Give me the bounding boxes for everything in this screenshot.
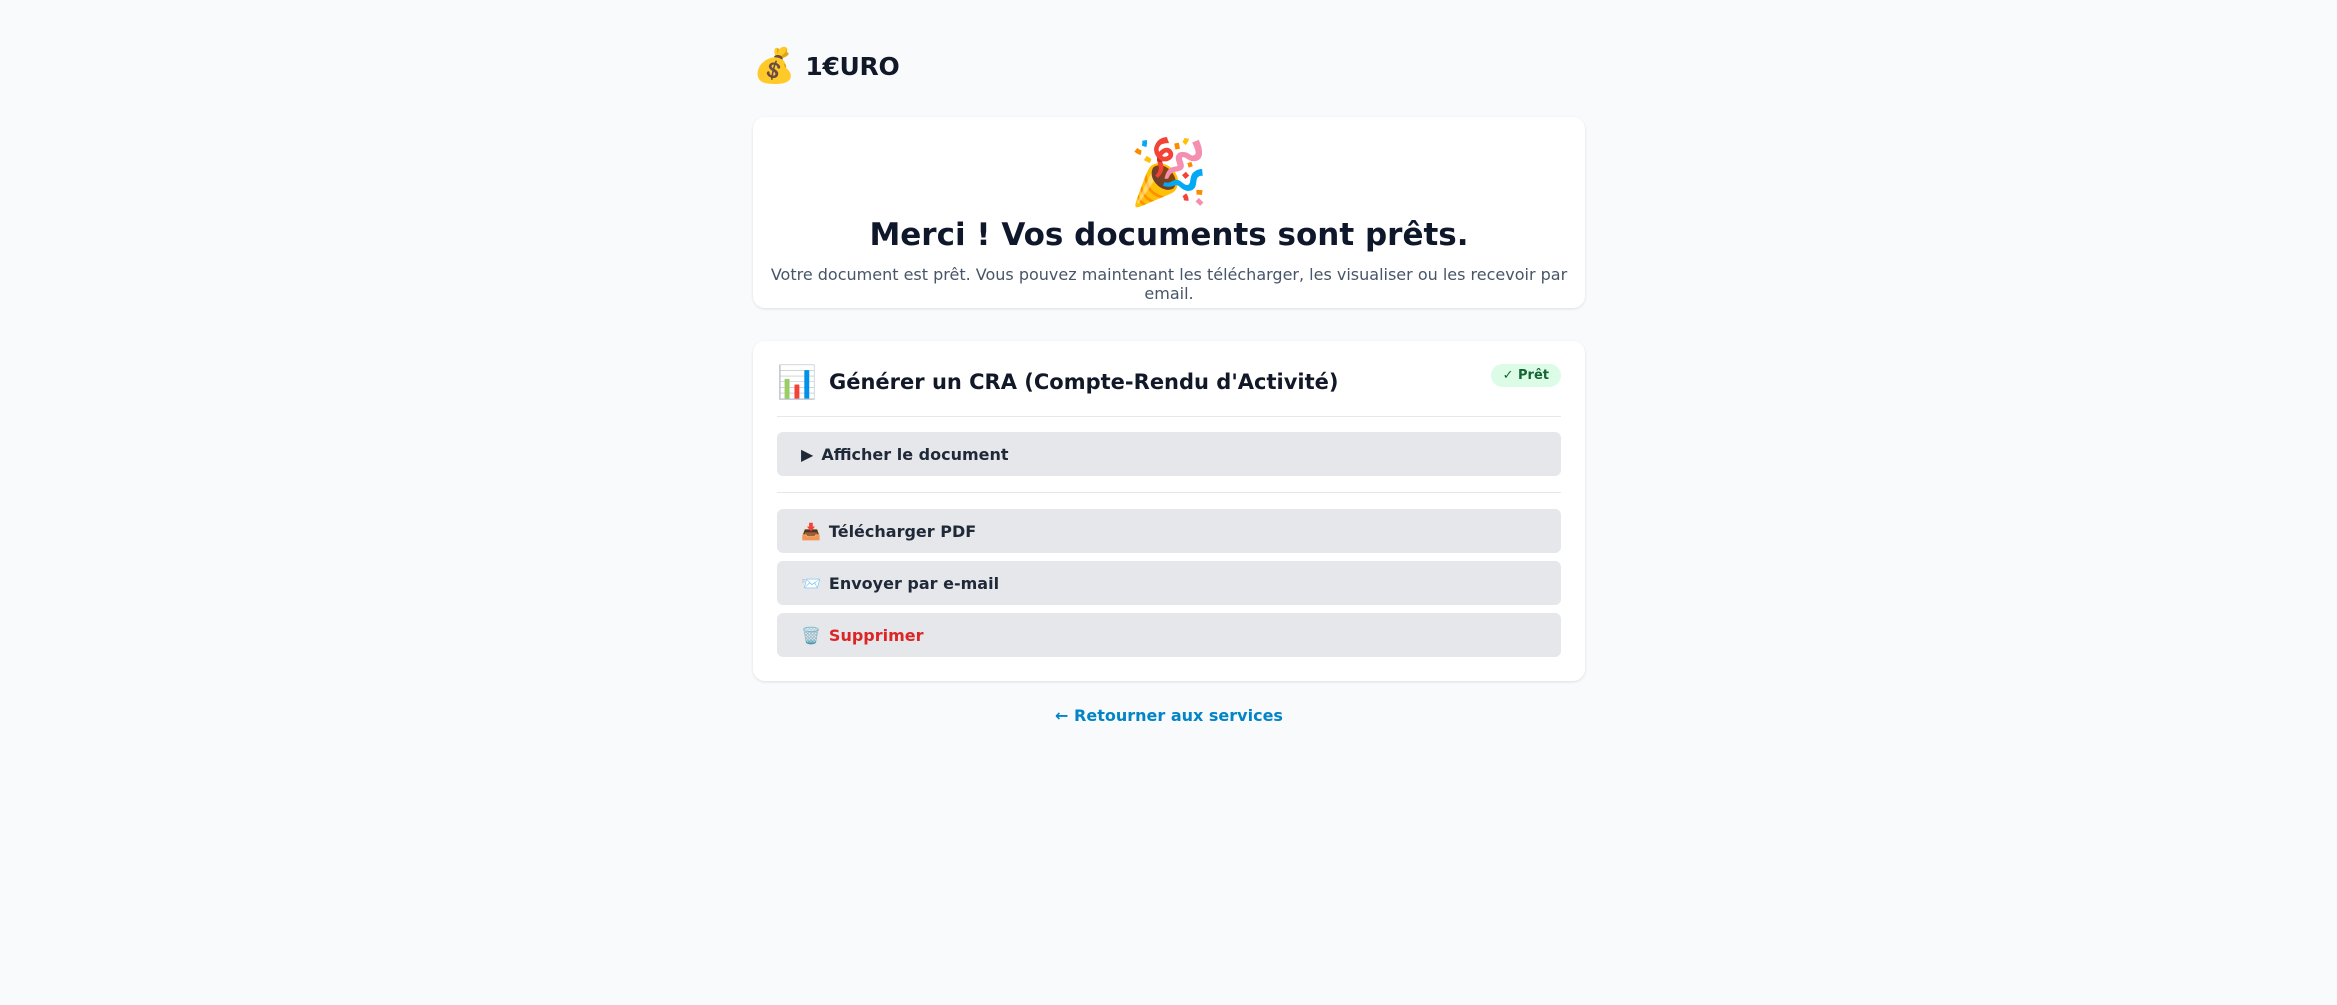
delete-button[interactable]: 🗑️ Supprimer [777,613,1561,657]
page-title: Merci ! Vos documents sont prêts. [869,217,1469,253]
status-badge: ✓ Prêt [1490,364,1561,387]
bar-chart-icon: 📊 [777,363,817,401]
party-popper-icon: 🎉 [1129,136,1209,210]
document-title: Générer un CRA (Compte-Rendu d'Activité) [829,370,1339,394]
back-to-services-link[interactable]: ← Retourner aux services [753,706,1585,725]
brand-name: 1€URO [805,51,900,81]
trash-icon: 🗑️ [801,625,821,645]
download-pdf-button[interactable]: 📥 Télécharger PDF [777,509,1561,553]
divider [777,416,1561,417]
document-header: 📊 Générer un CRA (Compte-Rendu d'Activit… [777,361,1561,403]
send-email-label: Envoyer par e-mail [828,573,1000,593]
success-card: 🎉 Merci ! Vos documents sont prêts. Votr… [753,117,1585,308]
send-email-button[interactable]: 📨 Envoyer par e-mail [777,561,1561,605]
money-bag-icon: 💰 [753,46,796,86]
divider [777,492,1561,493]
view-document-button[interactable]: ▶ Afficher le document [777,432,1561,476]
document-card: 📊 Générer un CRA (Compte-Rendu d'Activit… [753,341,1585,681]
play-icon: ▶ [801,444,814,464]
view-document-label: Afficher le document [821,444,1009,464]
download-pdf-label: Télécharger PDF [828,521,977,541]
download-tray-icon: 📥 [801,521,821,541]
brand[interactable]: 💰 1€URO [753,46,900,86]
delete-label: Supprimer [828,625,924,645]
envelope-icon: 📨 [801,573,821,593]
page-subtitle: Votre document est prêt. Vous pouvez mai… [770,265,1568,303]
